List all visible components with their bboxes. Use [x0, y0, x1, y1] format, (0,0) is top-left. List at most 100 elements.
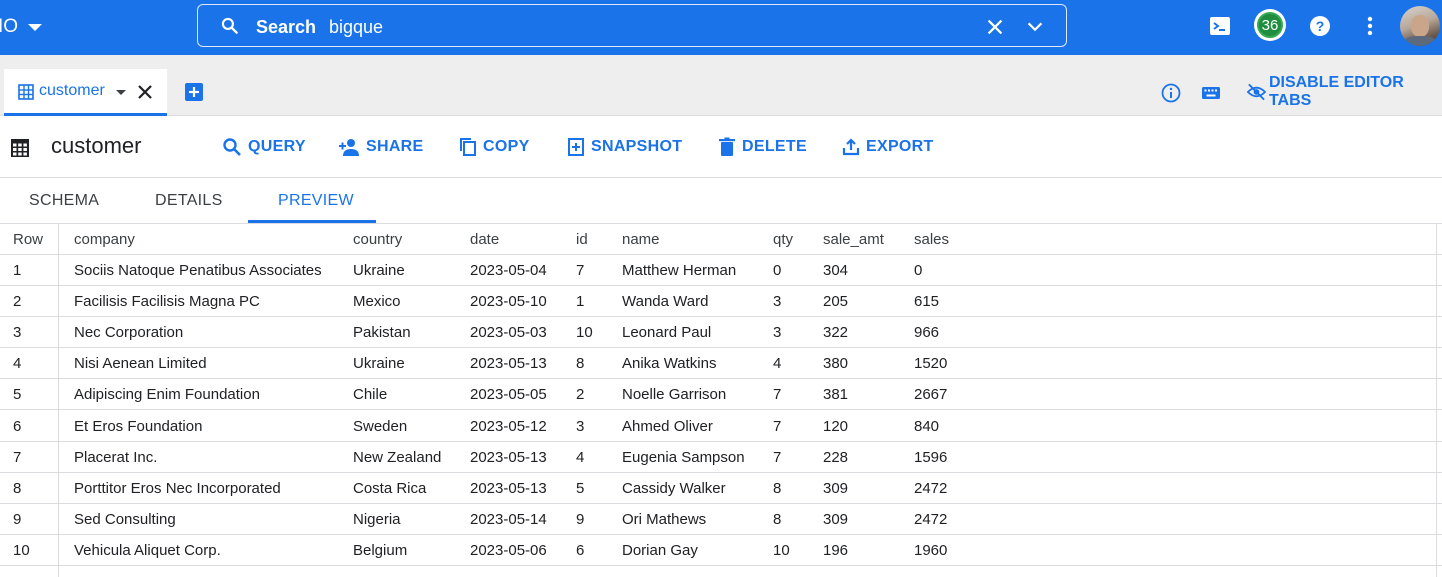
table-row[interactable]: 4 Nisi Aenean Limited Ukraine 2023-05-13 8 An…: [0, 348, 1442, 379]
export-icon: [842, 138, 860, 156]
column-header-qty[interactable]: qty: [773, 231, 793, 248]
caret-down-icon[interactable]: [116, 90, 126, 95]
cell-row: 1: [13, 262, 22, 279]
cell-country: New Zealand: [353, 449, 442, 466]
cell-name: Ahmed Oliver: [622, 418, 713, 435]
cell-date: 2023-05-14: [470, 511, 547, 528]
column-header-sales[interactable]: sales: [914, 231, 949, 248]
cell-company: Sed Consulting: [74, 511, 176, 528]
more-vert-icon[interactable]: [1358, 14, 1382, 38]
search-icon: [223, 138, 241, 156]
page-title: customer: [51, 133, 142, 158]
cell-company: Adipiscing Enim Foundation: [74, 386, 260, 403]
cell-id: 7: [576, 262, 585, 279]
search-label: Search: [256, 17, 317, 37]
avatar[interactable]: [1400, 6, 1440, 46]
cell-country: Ukraine: [353, 355, 405, 372]
cell-row: 7: [13, 449, 22, 466]
column-header-company[interactable]: company: [74, 231, 135, 248]
tab-details[interactable]: DETAILS: [155, 192, 223, 210]
project-picker[interactable]: IO: [0, 14, 43, 40]
cell-qty: 3: [773, 324, 782, 341]
cell-id: 3: [576, 418, 585, 435]
cell-country: Pakistan: [353, 324, 411, 341]
cell-row: 2: [13, 293, 22, 310]
cell-sales: 1520: [914, 355, 948, 372]
notification-badge[interactable]: 36: [1254, 9, 1286, 41]
cloud-shell-icon[interactable]: [1208, 14, 1232, 38]
notification-count: 36: [1257, 12, 1283, 38]
cell-date: 2023-05-03: [470, 324, 547, 341]
cell-company: Nisi Aenean Limited: [74, 355, 207, 372]
cell-id: 5: [576, 480, 585, 497]
cell-country: Mexico: [353, 293, 401, 310]
cell-name: Leonard Paul: [622, 324, 712, 341]
cell-date: 2023-05-10: [470, 293, 547, 310]
table-row[interactable]: 1 Sociis Natoque Penatibus Associates Ukra…: [0, 255, 1442, 286]
cell-sale-amt: 380: [823, 355, 849, 372]
cell-qty: 4: [773, 355, 782, 372]
cell-sales: 840: [914, 418, 940, 435]
column-header-sale-amt[interactable]: sale_amt: [823, 231, 884, 248]
share-button[interactable]: SHARE: [338, 135, 424, 159]
cell-sales: 966: [914, 324, 940, 341]
column-header-id[interactable]: id: [576, 231, 588, 248]
cell-sales: 0: [914, 262, 923, 279]
cell-company: Vehicula Aliquet Corp.: [74, 542, 221, 559]
add-tab-icon[interactable]: [184, 82, 204, 102]
disable-editor-tabs-label: DISABLE EDITOR TABS: [1268, 74, 1404, 109]
table-row[interactable]: 2 Facilisis Facilisis Magna PC Mexico 2023-…: [0, 286, 1442, 317]
chevron-down-icon[interactable]: [1024, 16, 1046, 38]
table-row[interactable]: 9 Sed Consulting Nigeria 2023-05-14 9 Ori Mat…: [0, 504, 1442, 535]
snapshot-button[interactable]: SNAPSHOT: [567, 135, 682, 159]
table-row[interactable]: 6 Et Eros Foundation Sweden 2023-05-12 3 Ahme…: [0, 411, 1442, 442]
table-row[interactable]: 7 Placerat Inc. New Zealand 2023-05-13 4 Euge…: [0, 442, 1442, 473]
tab-schema[interactable]: SCHEMA: [29, 192, 99, 210]
column-header-name[interactable]: name: [622, 231, 660, 248]
close-tab-icon[interactable]: [136, 83, 154, 101]
query-label: QUERY: [248, 138, 306, 155]
table-row[interactable]: 3 Nec Corporation Pakistan 2023-05-03 10 Leon…: [0, 317, 1442, 348]
cell-qty: 8: [773, 511, 782, 528]
export-button[interactable]: EXPORT: [842, 135, 934, 159]
table-icon: [18, 84, 34, 100]
delete-button[interactable]: DELETE: [718, 135, 807, 159]
cell-sales: 1960: [914, 542, 948, 559]
cell-sale-amt: 205: [823, 293, 849, 310]
tab-customer[interactable]: customer: [4, 69, 167, 116]
table-row[interactable]: 8 Porttitor Eros Nec Incorporated Costa Ri…: [0, 473, 1442, 504]
cell-id: 10: [576, 324, 593, 341]
table-sub-tabs: SCHEMA DETAILS PREVIEW: [0, 178, 1442, 224]
table-row[interactable]: 10 Vehicula Aliquet Corp. Belgium 2023-05-0…: [0, 535, 1442, 566]
cell-sale-amt: 322: [823, 324, 849, 341]
info-icon[interactable]: [1160, 82, 1182, 104]
search-box[interactable]: Search bigque: [197, 4, 1067, 47]
cell-date: 2023-05-13: [470, 355, 547, 372]
cell-company: Porttitor Eros Nec Incorporated: [74, 480, 281, 497]
tab-preview[interactable]: PREVIEW: [278, 192, 354, 210]
keyboard-icon[interactable]: [1200, 82, 1222, 104]
disable-editor-tabs-button[interactable]: DISABLE EDITOR TABS: [1246, 74, 1442, 109]
cell-sales: 1596: [914, 449, 948, 466]
cell-country: Sweden: [353, 418, 408, 435]
close-icon[interactable]: [984, 16, 1006, 38]
query-button[interactable]: QUERY: [222, 135, 306, 159]
copy-button[interactable]: COPY: [459, 135, 530, 159]
top-app-bar: IO Search bigque 36 ?: [0, 0, 1442, 55]
cell-name: Anika Watkins: [622, 355, 717, 372]
row-number-divider: [58, 224, 59, 577]
cell-name: Cassidy Walker: [622, 480, 726, 497]
cell-country: Nigeria: [353, 511, 401, 528]
cell-sale-amt: 196: [823, 542, 849, 559]
help-icon[interactable]: ?: [1308, 14, 1332, 38]
cell-country: Belgium: [353, 542, 408, 559]
column-header-date[interactable]: date: [470, 231, 499, 248]
column-header-row[interactable]: Row: [13, 231, 43, 248]
column-header-country[interactable]: country: [353, 231, 402, 248]
cell-row: 10: [13, 542, 30, 559]
cell-qty: 8: [773, 480, 782, 497]
table-row[interactable]: 5 Adipiscing Enim Foundation Chile 2023-05-…: [0, 379, 1442, 410]
search-input[interactable]: bigque: [329, 17, 383, 38]
cell-id: 8: [576, 355, 585, 372]
cell-id: 6: [576, 542, 585, 559]
